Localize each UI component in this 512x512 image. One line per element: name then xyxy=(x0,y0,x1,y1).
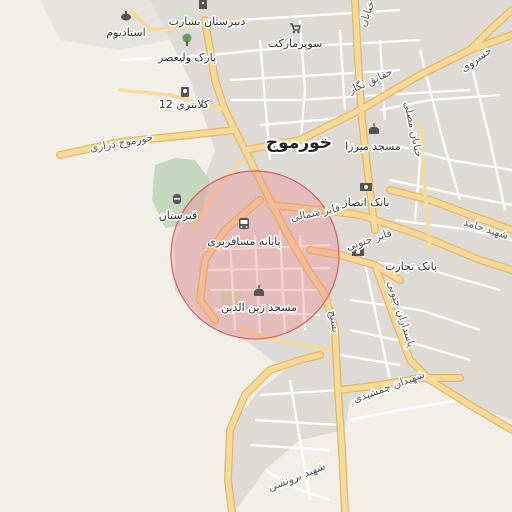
label-bus-terminal: پایانه مسافربری xyxy=(207,235,280,248)
bus-icon[interactable] xyxy=(239,218,249,229)
label-park-valiasr: پارک ولیعصر xyxy=(157,51,216,64)
label-bank-ansar: بانک انصار xyxy=(341,196,389,209)
label-cemetery: قبرستان xyxy=(159,209,198,222)
bank-icon[interactable] xyxy=(360,183,372,191)
map-svg: دبیرستان بشارت استادیوم سوپرمارکت پارک و… xyxy=(0,0,512,512)
label-school-boshrat: دبیرستان بشارت xyxy=(169,15,246,28)
label-supermarket: سوپرمارکت xyxy=(268,37,323,50)
label-police-12: کلانتری 12 xyxy=(159,98,210,111)
police-icon[interactable] xyxy=(181,87,189,97)
school-icon[interactable] xyxy=(199,0,207,9)
label-stadium: استادیوم xyxy=(106,26,145,39)
label-mosque-zeinoddin: مسجد زین الدین xyxy=(221,301,297,314)
label-mosque-mirza: مسجد میرزا xyxy=(345,140,401,153)
map-canvas[interactable]: دبیرستان بشارت استادیوم سوپرمارکت پارک و… xyxy=(0,0,512,512)
label-city-khormoj: خورموج xyxy=(266,133,332,153)
cemetery-icon[interactable] xyxy=(173,194,181,204)
label-bank-tejarat: بانک تجارت xyxy=(385,260,437,273)
